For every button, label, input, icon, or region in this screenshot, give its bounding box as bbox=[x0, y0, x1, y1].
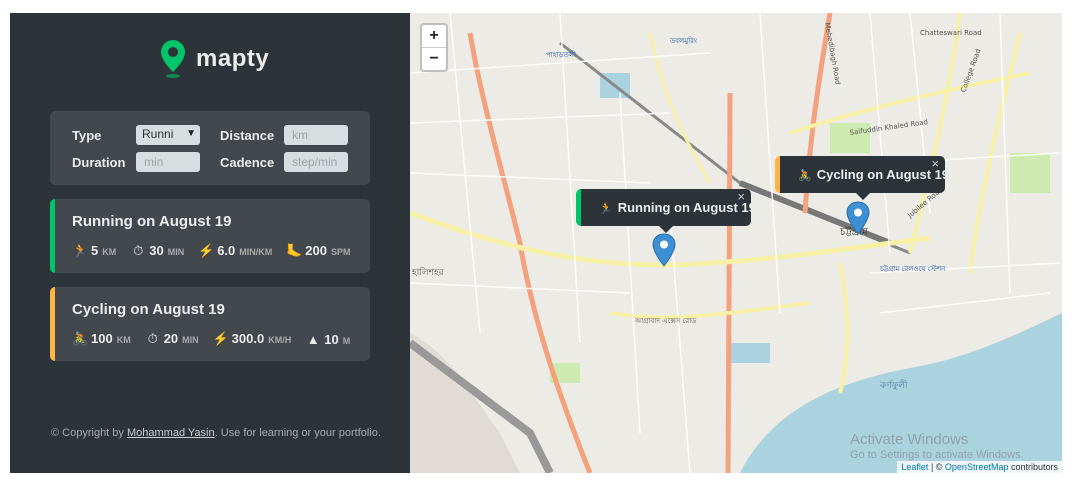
lightning-icon: ⚡ bbox=[212, 331, 229, 346]
detail-value: 5 bbox=[91, 243, 99, 258]
workout-detail-duration: ⏱ 30 min bbox=[130, 243, 184, 259]
zoom-in-button[interactable]: + bbox=[422, 25, 446, 47]
sidebar: mapty Type Runni ▼ Distance km Duration … bbox=[10, 13, 410, 473]
workout-detail-elevation: ▲ 10 m bbox=[305, 332, 350, 347]
popup-text: Running on August 19 bbox=[617, 200, 756, 215]
attribution-sep: | © bbox=[928, 462, 945, 472]
detail-unit: min bbox=[182, 335, 199, 345]
map-label-station: চট্টগ্রাম রেলওয়ে স্টেশন bbox=[879, 264, 946, 273]
type-label: Type bbox=[72, 128, 102, 143]
lightning-icon: ⚡ bbox=[198, 243, 215, 258]
map[interactable]: চট্টগ্রাম চট্টগ্রাম রেলওয়ে স্টেশন হালিশ… bbox=[410, 13, 1062, 473]
workout-details: 🏃 5 km ⏱ 30 min ⚡ 6.0 min/km 🦶 200 spm bbox=[72, 243, 365, 259]
running-icon: 🏃 bbox=[599, 203, 613, 215]
map-label-pahartali: পাহাড়তলী bbox=[546, 50, 577, 59]
workout-form: Type Runni ▼ Distance km Duration min Ca… bbox=[50, 111, 370, 185]
windows-watermark-sub: Go to Settings to activate Windows. bbox=[850, 449, 1024, 461]
detail-value: 30 bbox=[149, 243, 164, 258]
type-select-value: Runni bbox=[142, 127, 174, 141]
chevron-down-icon: ▼ bbox=[186, 128, 196, 139]
logo: mapty bbox=[160, 39, 269, 79]
close-icon[interactable]: × bbox=[737, 178, 745, 215]
app: mapty Type Runni ▼ Distance km Duration … bbox=[10, 13, 1062, 473]
detail-unit: km bbox=[102, 247, 117, 257]
popup-running[interactable]: 🏃 Running on August 19 × bbox=[576, 189, 756, 233]
detail-unit: km/h bbox=[268, 335, 292, 345]
workout-detail-distance: 🏃 5 km bbox=[72, 243, 116, 259]
zoom-control: + − bbox=[420, 23, 448, 72]
detail-value: 100 bbox=[91, 331, 113, 346]
attribution-suffix: contributors bbox=[1008, 462, 1058, 472]
workout-detail-distance: 🚴 100 km bbox=[72, 331, 131, 347]
leaflet-link[interactable]: Leaflet bbox=[901, 462, 928, 472]
copyright-suffix: . Use for learning or your portfolio. bbox=[214, 427, 381, 439]
map-label-doublemooring: ডবলমুরিং bbox=[669, 37, 697, 45]
osm-link[interactable]: OpenStreetMap bbox=[945, 462, 1009, 472]
workout-detail-duration: ⏱ 20 min bbox=[145, 331, 199, 347]
workout-detail-cadence: 🦶 200 spm bbox=[286, 243, 350, 259]
mountain-icon: ▲ bbox=[306, 331, 320, 347]
detail-value: 20 bbox=[163, 331, 179, 346]
duration-input[interactable]: min bbox=[136, 152, 200, 172]
popup-cycling[interactable]: 🚴 Cycling on August 19 × bbox=[775, 156, 949, 200]
popup-text: Cycling on August 19 bbox=[816, 167, 950, 182]
running-icon: 🏃 bbox=[72, 243, 89, 258]
map-label-karnaphuli: কর্ণফুলী bbox=[879, 379, 908, 391]
workout-title: Cycling on August 19 bbox=[72, 301, 225, 318]
map-label-chatteswari: Chatteswari Road bbox=[920, 29, 982, 37]
duration-label: Duration bbox=[72, 155, 126, 170]
map-label-agrabad: আগ্রাবাদ এক্সেস রোড bbox=[634, 317, 697, 325]
cadence-input[interactable]: step/min bbox=[284, 152, 348, 172]
workout-item-cycling[interactable]: Cycling on August 19 🚴 100 km ⏱ 20 min ⚡ 300.… bbox=[50, 287, 370, 361]
detail-value: 10 bbox=[324, 331, 339, 347]
distance-label: Distance bbox=[220, 128, 275, 143]
detail-unit: min bbox=[167, 247, 185, 257]
detail-unit: km bbox=[116, 335, 131, 345]
cycling-icon: 🚴 bbox=[798, 170, 812, 182]
map-label-halishahar: হালিশহর bbox=[411, 267, 445, 278]
map-marker-cycling[interactable] bbox=[846, 201, 870, 235]
detail-value: 300.0 bbox=[231, 331, 265, 346]
stopwatch-icon: ⏱ bbox=[133, 243, 144, 258]
stopwatch-icon: ⏱ bbox=[147, 331, 158, 346]
workout-detail-pace: ⚡ 6.0 min/km bbox=[198, 243, 272, 259]
map-attribution: Leaflet | © OpenStreetMap contributors bbox=[897, 461, 1062, 473]
detail-unit: spm bbox=[330, 247, 351, 257]
map-marker-running[interactable] bbox=[652, 233, 676, 267]
app-title: mapty bbox=[196, 45, 270, 72]
detail-value: 6.0 bbox=[217, 243, 236, 258]
detail-value: 200 bbox=[305, 243, 327, 258]
author-link[interactable]: Mohammad Yasin bbox=[127, 427, 215, 439]
workout-title: Running on August 19 bbox=[72, 213, 232, 230]
map-tiles: চট্টগ্রাম চট্টগ্রাম রেলওয়ে স্টেশন হালিশ… bbox=[410, 13, 1062, 473]
cadence-label: Cadence bbox=[220, 155, 275, 170]
distance-input[interactable]: km bbox=[284, 125, 348, 145]
cycling-icon: 🚴 bbox=[72, 331, 89, 346]
workout-item-running[interactable]: Running on August 19 🏃 5 km ⏱ 30 min ⚡ 6.0 min… bbox=[50, 199, 370, 273]
popup-tip bbox=[855, 193, 870, 200]
popup-tip bbox=[659, 226, 673, 233]
map-pin-logo-icon bbox=[161, 40, 185, 78]
detail-unit: min/km bbox=[239, 247, 273, 257]
close-icon[interactable]: × bbox=[931, 145, 939, 182]
type-select[interactable]: Runni ▼ bbox=[136, 125, 200, 145]
footprint-icon: 🦶 bbox=[286, 243, 303, 258]
map-label-saifuddin: Saifuddin Khaled Road bbox=[849, 118, 928, 137]
workout-details: 🚴 100 km ⏱ 20 min ⚡ 300.0 km/h ▲ 10 m bbox=[72, 331, 364, 347]
copyright: © Copyright by Mohammad Yasin. Use for l… bbox=[51, 427, 381, 439]
copyright-prefix: © Copyright by bbox=[51, 427, 124, 439]
windows-watermark: Activate Windows bbox=[850, 431, 969, 448]
detail-unit: m bbox=[342, 335, 351, 346]
zoom-out-button[interactable]: − bbox=[422, 47, 446, 70]
workout-detail-speed: ⚡ 300.0 km/h bbox=[213, 331, 292, 347]
